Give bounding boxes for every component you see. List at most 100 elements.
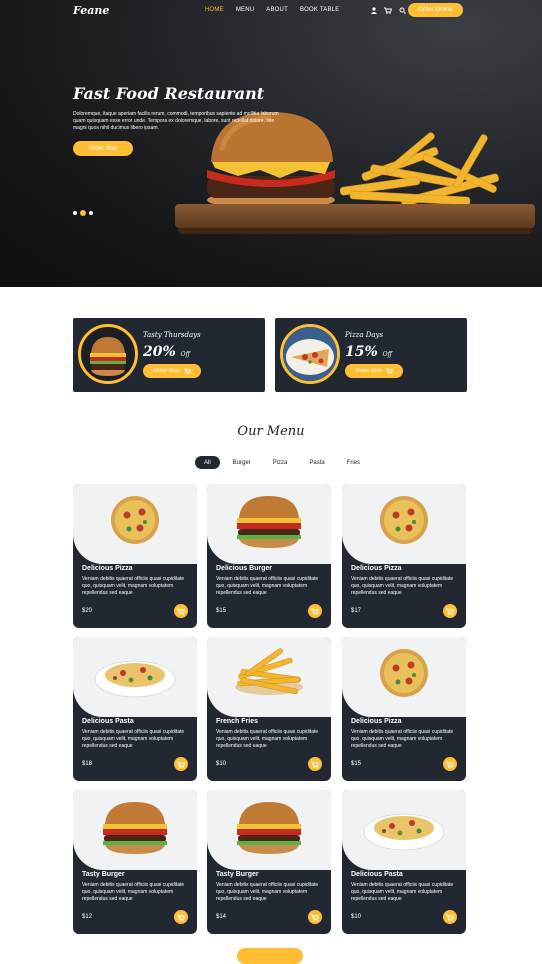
offer-pizza-image (280, 324, 340, 384)
slider-dot-3[interactable] (89, 211, 93, 215)
nav-icons (370, 6, 406, 14)
offer-order-now-button[interactable]: Order Now (143, 364, 201, 378)
menu-card: Delicious Pizza Veniam debitis quaerat of… (342, 637, 466, 781)
burger-icon (103, 802, 167, 854)
cart-icon (446, 914, 454, 921)
menu-card: Delicious Burger Veniam debitis quaerat o… (207, 484, 331, 628)
nav-link-home[interactable]: HOME (205, 7, 224, 13)
hero-description: Doloremque, itaque aperiam facilis rerum… (73, 111, 279, 131)
card-description: Veniam debitis quaerat officiis quasi cu… (82, 882, 185, 902)
add-to-cart-button[interactable] (174, 757, 188, 771)
card-description: Veniam debitis quaerat officiis quasi cu… (82, 729, 185, 749)
menu-card: Delicious Pasta Veniam debitis quaerat of… (342, 790, 466, 934)
hero-section: Feane HOME MENU ABOUT BOOK TABLE Order O… (0, 0, 542, 287)
nav-link-book-table[interactable]: BOOK TABLE (300, 7, 339, 13)
card-title: Tasty Burger (82, 871, 125, 878)
filter-fries[interactable]: Fries (338, 456, 369, 469)
cart-icon (446, 761, 454, 768)
food-image (73, 790, 197, 862)
pizza-icon (111, 496, 159, 544)
cart-icon (311, 914, 319, 921)
card-description: Veniam debitis quaerat officiis quasi cu… (216, 576, 319, 596)
pizza-icon (380, 649, 428, 697)
offer-percent: 20% Off (143, 344, 190, 360)
offer-percent: 15% Off (345, 344, 392, 360)
card-title: Delicious Pasta (82, 718, 134, 725)
view-more-button[interactable] (237, 948, 303, 964)
burger-icon (237, 802, 301, 854)
pasta-icon (94, 660, 176, 698)
card-price: $15 (216, 608, 227, 614)
filter-burger[interactable]: Burger (224, 456, 260, 469)
card-description: Veniam debitis quaerat officiis quasi cu… (216, 729, 319, 749)
food-image (342, 790, 466, 862)
card-description: Veniam debitis quaerat officiis quasi cu… (82, 576, 185, 596)
slider-dot-2[interactable] (80, 210, 86, 216)
add-to-cart-button[interactable] (443, 910, 457, 924)
food-image (207, 637, 331, 709)
cart-icon (177, 761, 185, 768)
hero-order-now-button[interactable]: Order Now (73, 141, 133, 156)
offer-card-pizza-days: Pizza Days 15% Off Order Now (275, 318, 467, 392)
cart-icon (177, 914, 185, 921)
card-price: $14 (216, 914, 227, 920)
card-price: $20 (82, 608, 93, 614)
nav-link-menu[interactable]: MENU (236, 7, 254, 13)
card-description: Veniam debitis quaerat officiis quasi cu… (351, 576, 454, 596)
filter-all[interactable]: All (195, 456, 220, 469)
card-title: Delicious Pizza (351, 718, 402, 725)
add-to-cart-button[interactable] (174, 604, 188, 618)
nav-link-about[interactable]: ABOUT (266, 7, 288, 13)
menu-card: Delicious Pizza Veniam debitis quaerat of… (342, 484, 466, 628)
cart-icon (446, 608, 454, 615)
user-icon[interactable] (370, 6, 378, 14)
food-image (342, 484, 466, 556)
burger-icon (90, 337, 126, 376)
add-to-cart-button[interactable] (308, 910, 322, 924)
card-title: Delicious Pizza (351, 565, 402, 572)
menu-heading: Our Menu (237, 424, 305, 439)
card-price: $12 (82, 914, 93, 920)
menu-card: Delicious Pizza Veniam debitis quaerat of… (73, 484, 197, 628)
slider-dots (73, 210, 93, 216)
order-online-button[interactable]: Order Online (408, 3, 463, 17)
menu-card: Tasty Burger Veniam debitis quaerat offic… (207, 790, 331, 934)
cart-icon (311, 761, 319, 768)
card-description: Veniam debitis quaerat officiis quasi cu… (351, 882, 454, 902)
fries-icon (235, 648, 303, 695)
card-description: Veniam debitis quaerat officiis quasi cu… (351, 729, 454, 749)
offer-title: Tasty Thursdays (143, 331, 201, 339)
offer-order-now-button[interactable]: Order Now (345, 364, 403, 378)
card-description: Veniam debitis quaerat officiis quasi cu… (216, 882, 319, 902)
search-icon[interactable] (398, 6, 406, 14)
pizza-icon (283, 327, 337, 381)
card-price: $15 (351, 761, 362, 767)
menu-filters: All Burger Pizza Pasta Fries (195, 456, 373, 469)
cart-icon (311, 608, 319, 615)
brand-logo[interactable]: Feane (73, 4, 109, 17)
cart-icon (177, 608, 185, 615)
food-image (207, 790, 331, 862)
card-title: Delicious Burger (216, 565, 273, 572)
food-image (73, 637, 197, 709)
menu-card: Delicious Pasta Veniam debitis quaerat of… (73, 637, 197, 781)
add-to-cart-button[interactable] (308, 757, 322, 771)
food-image (73, 484, 197, 556)
slider-dot-1[interactable] (73, 211, 77, 215)
add-to-cart-button[interactable] (443, 757, 457, 771)
card-price: $17 (351, 608, 362, 614)
card-title: Delicious Pizza (82, 565, 133, 572)
menu-card: Tasty Burger Veniam debitis quaerat offic… (73, 790, 197, 934)
filter-pizza[interactable]: Pizza (264, 456, 297, 469)
add-to-cart-button[interactable] (443, 604, 457, 618)
pizza-icon (380, 496, 428, 544)
card-price: $10 (216, 761, 227, 767)
top-navbar: Feane HOME MENU ABOUT BOOK TABLE Order O… (0, 0, 542, 22)
offer-burger-image (78, 324, 138, 384)
cart-icon[interactable] (384, 6, 392, 14)
add-to-cart-button[interactable] (174, 910, 188, 924)
wooden-board (175, 204, 535, 228)
filter-pasta[interactable]: Pasta (300, 456, 333, 469)
hero-title: Fast Food Restaurant (73, 84, 265, 103)
add-to-cart-button[interactable] (308, 604, 322, 618)
